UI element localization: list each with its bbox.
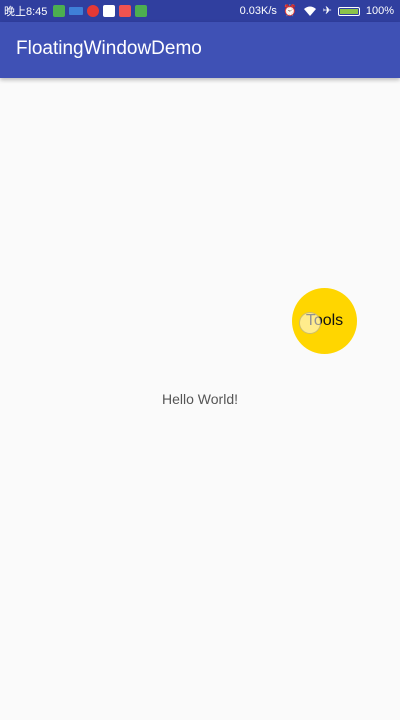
- floating-tools-label: Tools: [305, 312, 344, 329]
- airplane-icon: ✈: [322, 5, 332, 17]
- status-left: 晚上8:45: [4, 3, 148, 19]
- notification-redsq-icon: [119, 5, 132, 17]
- wifi-icon: [303, 6, 316, 16]
- status-right: 0.03K/s ⏰ ✈ 100%: [240, 3, 394, 19]
- battery-percent: 100%: [365, 5, 394, 17]
- battery-fill: [339, 8, 358, 14]
- notification-blue-icon: [69, 7, 84, 15]
- app-title: FloatingWindowDemo: [16, 38, 202, 59]
- notification-red-icon: [87, 5, 100, 17]
- hello-text: Hello World!: [162, 391, 238, 407]
- floating-tools-button[interactable]: Tools: [292, 288, 357, 354]
- battery-icon: [337, 6, 360, 16]
- notification-white-icon: [103, 5, 116, 17]
- status-bar: 晚上8:45 0.03K/s ⏰ ✈ 100%: [0, 0, 400, 22]
- alarm-icon: ⏰: [282, 5, 297, 17]
- notification-green2-icon: [135, 5, 148, 17]
- notification-green-icon: [53, 5, 66, 17]
- app-bar: FloatingWindowDemo: [0, 22, 400, 78]
- network-speed: 0.03K/s: [239, 5, 277, 17]
- status-time: 晚上8:45: [4, 6, 48, 18]
